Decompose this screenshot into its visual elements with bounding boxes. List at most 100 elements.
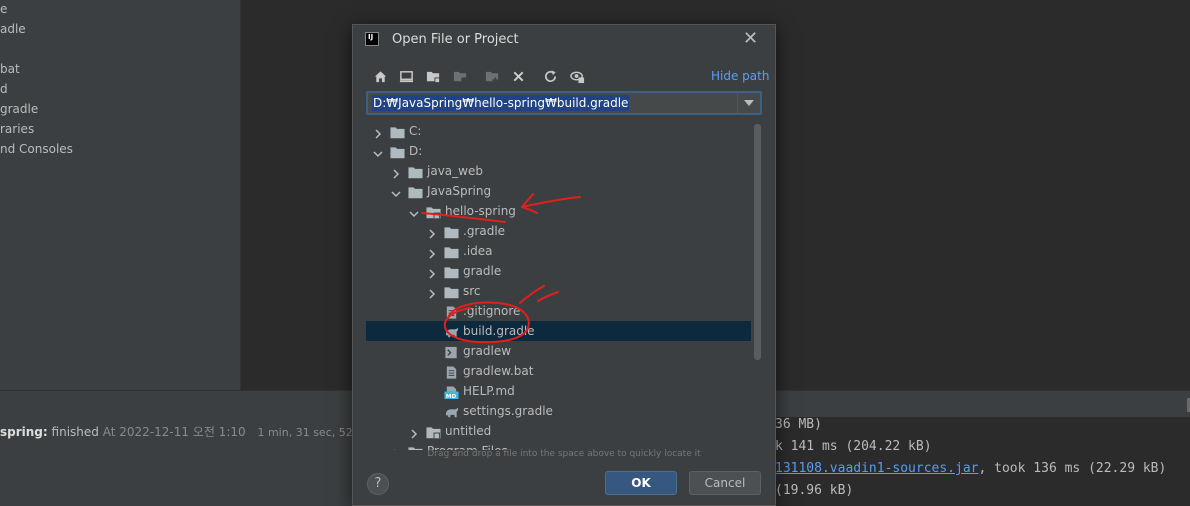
dialog-titlebar[interactable]: IJ Open File or Project ✕ [353, 25, 775, 55]
tree-row[interactable]: MD HELP.md [366, 381, 751, 401]
file-tree[interactable]: Program Filesuntitledsettings.gradleMDHE… [366, 120, 763, 450]
tree-row-label: hello-spring [445, 204, 516, 218]
module-icon[interactable] [451, 67, 469, 85]
tree-row-label: build.gradle [463, 324, 535, 338]
folder-icon [390, 144, 405, 159]
tree-row[interactable]: gradlew.bat [366, 361, 751, 381]
text-file-icon [444, 304, 459, 319]
chevron-right-icon[interactable] [426, 265, 438, 279]
project-panel: e adle bat d gradle raries nd Consoles [0, 0, 241, 390]
project-tree-item[interactable]: d [0, 82, 8, 96]
tree-row-label: gradlew.bat [463, 364, 534, 378]
drag-drop-hint: Drag and drop a file into the space abov… [427, 449, 701, 459]
build-timestamp: At 2022-12-11 오전 1:10 [102, 425, 246, 439]
shell-file-icon [444, 344, 459, 359]
project-tree-item[interactable]: adle [0, 22, 26, 36]
tree-row[interactable]: JavaSpring [366, 181, 751, 201]
chevron-right-icon[interactable] [426, 285, 438, 299]
chevron-right-icon[interactable] [390, 165, 402, 179]
tree-row[interactable]: .gradle [366, 221, 751, 241]
build-project: spring: [0, 425, 48, 439]
tree-row[interactable]: D: [366, 141, 751, 161]
tree-row-label: .idea [463, 244, 493, 258]
tree-row-label: gradlew [463, 344, 512, 358]
folder-icon [444, 284, 459, 299]
tree-row[interactable]: build.gradle [366, 321, 751, 341]
console-line-rest: , took 136 ms (22.29 kB) [978, 461, 1167, 476]
home-icon[interactable] [371, 67, 389, 85]
tree-row[interactable]: hello-spring [366, 201, 751, 221]
project-tree-item[interactable]: e [0, 2, 7, 16]
open-file-dialog: IJ Open File or Project ✕ Hide path D:₩J… [352, 24, 776, 506]
tree-row[interactable]: gradle [366, 261, 751, 281]
project-tree-item[interactable]: nd Consoles [0, 142, 73, 156]
tree-row[interactable]: gradlew [366, 341, 751, 361]
path-selected-text: D:₩JavaSpring₩hello-spring₩build.gradle [372, 95, 630, 111]
project-folder-icon [426, 424, 441, 439]
folder-icon [444, 264, 459, 279]
chevron-down-icon[interactable] [737, 93, 760, 113]
chevron-down-icon[interactable] [408, 205, 420, 218]
dialog-title: Open File or Project [392, 32, 519, 47]
tree-row[interactable]: untitled [366, 421, 751, 441]
tree-row[interactable]: src [366, 281, 751, 301]
build-status-row[interactable]: spring: finished At 2022-12-11 오전 1:10 1… [0, 423, 380, 440]
tree-row-label: .gitignore [463, 304, 521, 318]
tree-row-label: D: [409, 144, 423, 158]
gradle-elephant-icon [444, 324, 459, 338]
tree-row-label: JavaSpring [427, 184, 492, 198]
help-button[interactable]: ? [367, 473, 389, 495]
tree-row-label: java_web [427, 164, 483, 178]
chevron-right-icon[interactable] [372, 125, 384, 139]
refresh-icon[interactable] [541, 67, 559, 85]
tree-row-label: untitled [445, 424, 492, 438]
console-link[interactable]: 131108.vaadin1-sources.jar [775, 461, 979, 476]
desktop-icon[interactable] [397, 67, 415, 85]
show-hidden-icon[interactable] [568, 67, 586, 85]
gradle-elephant-icon [444, 404, 459, 418]
console-line: k 141 ms (204.22 kB) [775, 439, 932, 454]
ok-button[interactable]: OK [605, 471, 677, 495]
chevron-right-icon[interactable] [426, 245, 438, 259]
console-line: 36 MB) [775, 417, 822, 432]
tree-row-label: .gradle [463, 224, 506, 238]
tree-row-label: C: [409, 124, 422, 138]
path-combobox[interactable]: D:₩JavaSpring₩hello-spring₩build.gradle [366, 91, 762, 115]
tree-row-label: settings.gradle [463, 404, 553, 418]
tree-row[interactable]: java_web [366, 161, 751, 181]
tree-row-label: src [463, 284, 481, 298]
folder-icon [408, 184, 423, 199]
project-tree-item[interactable]: bat [0, 62, 20, 76]
console-line: (19.96 kB) [775, 483, 854, 498]
project-tree-item[interactable]: raries [0, 122, 34, 136]
tree-row[interactable]: C: [366, 121, 751, 141]
close-icon[interactable]: ✕ [743, 28, 758, 49]
chevron-right-icon[interactable] [408, 425, 420, 439]
project-dir-icon[interactable] [424, 67, 442, 85]
project-folder-icon [426, 204, 441, 219]
intellij-logo-icon: IJ [365, 32, 379, 46]
project-tree-item[interactable]: gradle [0, 102, 38, 116]
folder-icon [390, 124, 405, 139]
build-status: finished [51, 425, 99, 439]
text-file-icon [444, 364, 459, 379]
chevron-right-icon[interactable] [426, 225, 438, 239]
chevron-down-icon[interactable] [372, 145, 384, 158]
md-file-icon: MD [444, 384, 459, 400]
svg-text:MD: MD [446, 394, 457, 399]
folder-icon [408, 164, 423, 179]
chevron-down-icon[interactable] [390, 185, 402, 198]
folder-icon [444, 224, 459, 239]
cancel-button[interactable]: Cancel [689, 471, 761, 495]
tree-scrollbar[interactable] [754, 124, 761, 360]
tree-row-label: gradle [463, 264, 502, 278]
tree-row[interactable]: .idea [366, 241, 751, 261]
folder-icon [444, 244, 459, 259]
tree-row-label: HELP.md [463, 384, 515, 398]
delete-icon[interactable] [509, 67, 527, 85]
hide-path-link[interactable]: Hide path [711, 69, 769, 83]
tree-row[interactable]: .gitignore [366, 301, 751, 321]
new-folder-icon[interactable] [483, 67, 501, 85]
console-line: 131108.vaadin1-sources.jar, took 136 ms … [775, 461, 1166, 476]
tree-row[interactable]: settings.gradle [366, 401, 751, 421]
